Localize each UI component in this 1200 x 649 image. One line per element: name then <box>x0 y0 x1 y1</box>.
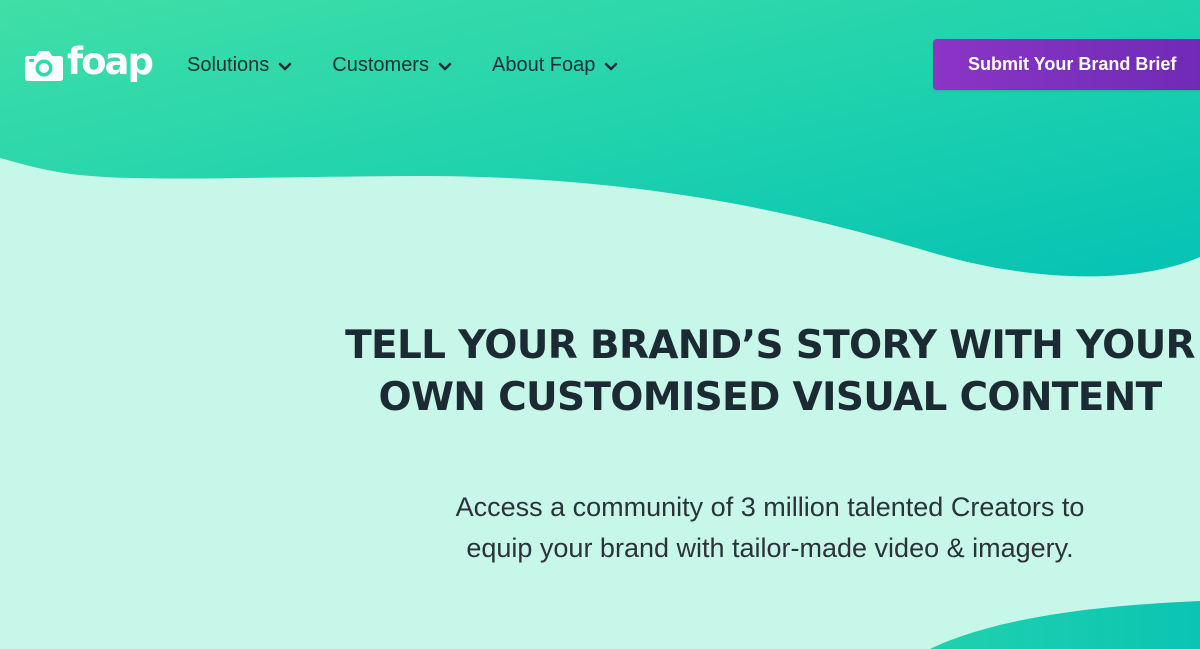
hero-headline: TELL YOUR BRAND’S STORY WITH YOUR OWN CU… <box>340 320 1200 424</box>
hero-subtext: Access a community of 3 million talented… <box>380 487 1160 569</box>
hero-section: TELL YOUR BRAND’S STORY WITH YOUR OWN CU… <box>0 0 1200 649</box>
hero-subtext-line-2: equip your brand with tailor-made video … <box>466 533 1074 563</box>
hero-subtext-line-1: Access a community of 3 million talented… <box>455 492 1085 522</box>
hero-headline-line-1: TELL YOUR BRAND’S STORY WITH YOUR <box>345 323 1195 368</box>
hero-headline-line-2: OWN CUSTOMISED VISUAL CONTENT <box>378 375 1163 420</box>
